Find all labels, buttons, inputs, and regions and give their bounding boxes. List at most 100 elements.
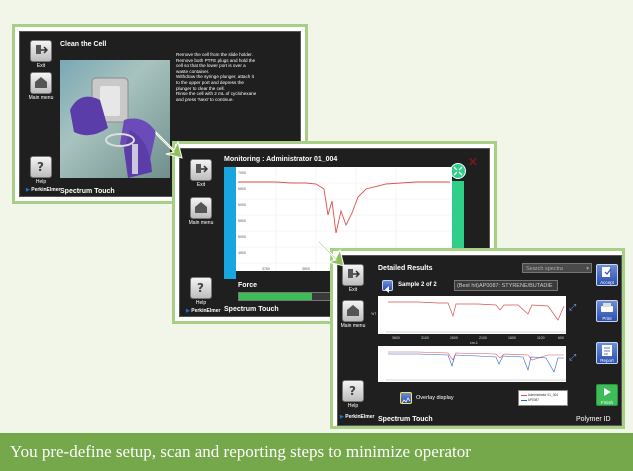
expand-icon (453, 166, 463, 176)
finish-label: Finish (600, 400, 613, 405)
best-hit-text: (Best hit)AP0087: STYRENE/BUTADIE (457, 283, 553, 289)
y-tick: 5000 (238, 235, 246, 239)
accept-icon (602, 267, 612, 277)
exit-icon (196, 164, 208, 173)
logo-text: PerkinElmer (345, 414, 375, 420)
play-icon (604, 388, 611, 396)
exit-button[interactable] (190, 159, 212, 181)
screen3-panel: Exit Main menu ? Help ▶ PerkinElmer Deta… (330, 248, 625, 429)
screen2-footer: Spectrum Touch (224, 306, 279, 313)
x-tick: 3750 (262, 267, 270, 271)
home-icon (35, 77, 47, 88)
chevron-down-icon: ▾ (586, 266, 589, 272)
exit-label: Exit (348, 287, 358, 293)
screen1-title: Clean the Cell (60, 41, 107, 48)
search-spectra-input[interactable]: Search spectra ▾ (522, 263, 592, 273)
main-menu-button[interactable] (30, 72, 52, 94)
x-tick: 1600 (508, 336, 516, 340)
x-tick: 600 (558, 336, 564, 340)
legend-entry: AP0087 (521, 398, 539, 402)
spectrum-chart-top (378, 296, 566, 334)
y-tick: 6000 (238, 203, 246, 207)
overlay-icon (401, 397, 411, 404)
spectrum-bottom-svg (386, 351, 566, 381)
print-icon (601, 303, 613, 312)
exit-icon (36, 45, 48, 54)
svg-text:?: ? (349, 384, 356, 397)
chevron-left-icon (385, 286, 389, 293)
x-tick: 2100 (479, 336, 487, 340)
report-label: Report (600, 358, 614, 363)
spectrum-chart-bottom (378, 346, 566, 382)
caption: You pre-define setup, scan and reporting… (0, 433, 633, 471)
prev-sample-button[interactable] (382, 280, 393, 293)
best-hit-field[interactable]: (Best hit)AP0087: STYRENE/BUTADIE (454, 280, 558, 291)
y-unit: %T (371, 312, 377, 316)
main-menu-label: Main menu (28, 95, 54, 101)
expand-button[interactable] (450, 163, 466, 179)
help-button[interactable]: ? (190, 277, 212, 299)
legend-label: Administrator 01_004 (527, 393, 559, 397)
y-tick: 6500 (238, 187, 246, 191)
help-icon: ? (37, 160, 44, 173)
perkinelmer-logo: ▶ PerkinElmer (340, 414, 375, 420)
screenshot-stage: Exit Main menu ? Help ▶ PerkinElmer Clea… (0, 0, 633, 433)
x-tick: 3600 (392, 336, 400, 340)
exit-label: Exit (196, 182, 206, 188)
help-button[interactable]: ? (30, 156, 52, 178)
top-trace (388, 301, 565, 321)
spectrum-top-svg (386, 301, 566, 333)
help-label: Help (195, 300, 207, 306)
x-tick: 3100 (421, 336, 429, 340)
perkinelmer-logo: ▶ PerkinElmer (26, 187, 61, 193)
home-icon (195, 202, 207, 213)
legend-entry: Administrator 01_004 (521, 393, 558, 397)
legend-label: AP0087 (527, 398, 540, 402)
help-icon: ? (349, 384, 356, 397)
force-fill (239, 293, 312, 300)
close-icon: ✕ (468, 155, 479, 169)
exit-label: Exit (36, 63, 46, 69)
search-placeholder: Search spectra (526, 266, 563, 272)
spectrum-trace (238, 181, 450, 234)
expand-bottom-icon[interactable]: ⤢ (569, 352, 576, 363)
arrow-1-icon (155, 130, 183, 159)
monitoring-title: Monitoring : Administrator 01_004 (224, 156, 338, 163)
home-icon (347, 305, 359, 316)
y-tick: 4500 (238, 251, 246, 255)
svg-text:?: ? (197, 281, 204, 294)
print-label: Print (602, 316, 612, 321)
sample-counter: Sample 2 of 2 (398, 282, 437, 288)
main-menu-label: Main menu (188, 220, 214, 226)
detailed-results-title: Detailed Results (378, 265, 433, 272)
main-menu-label: Main menu (340, 323, 366, 329)
left-band (224, 167, 236, 279)
expand-top-icon[interactable]: ⤢ (569, 302, 576, 313)
y-tick: 5500 (238, 219, 246, 223)
x-unit: cm-1 (470, 341, 478, 345)
x-tick: 3500 (302, 267, 310, 271)
main-menu-button[interactable] (342, 300, 364, 322)
screen3-window: Exit Main menu ? Help ▶ PerkinElmer Deta… (337, 255, 622, 426)
main-menu-button[interactable] (190, 197, 212, 219)
screen3-footer: Spectrum Touch (378, 416, 433, 423)
x-tick: 1100 (537, 336, 545, 340)
accept-label: Accept (600, 280, 614, 285)
help-button[interactable]: ? (342, 380, 364, 402)
force-label: Force (238, 282, 258, 289)
perkinelmer-logo: ▶ PerkinElmer (186, 308, 221, 314)
exit-button[interactable] (30, 40, 52, 62)
force-meter (238, 292, 340, 301)
logo-text: PerkinElmer (31, 187, 61, 193)
y-tick: 7000 (238, 171, 246, 175)
help-icon: ? (197, 281, 204, 294)
overlay-checkbox[interactable] (400, 392, 412, 404)
bottom-trace-blue (388, 353, 564, 373)
help-label: Help (35, 179, 47, 185)
product-name: Polymer ID (576, 416, 611, 423)
help-label: Help (347, 403, 359, 409)
cleaning-instructions: Remove the cell from the slide holder. R… (176, 52, 257, 102)
logo-text: PerkinElmer (191, 308, 221, 314)
screen1-footer: Spectrum Touch (60, 188, 115, 195)
legend-box: Administrator 01_004 AP0087 (518, 390, 568, 406)
